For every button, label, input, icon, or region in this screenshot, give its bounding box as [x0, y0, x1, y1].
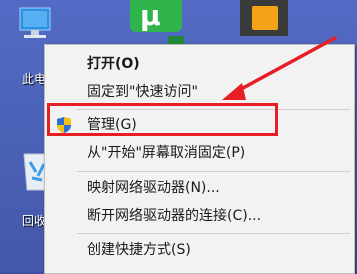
context-menu: 打开(O) 固定到"快速访问" 管理(G) 从"开始"屏幕取消固定(P) 映射网… — [44, 44, 355, 274]
highlight-box — [47, 103, 278, 136]
menu-item-disconnect-network-drive[interactable]: 断开网络驱动器的连接(C)... — [45, 203, 354, 229]
menu-item-open[interactable]: 打开(O) — [45, 51, 354, 77]
menu-separator — [77, 171, 350, 172]
menu-item-unpin-start-label: 从"开始"屏幕取消固定(P) — [87, 145, 246, 161]
menu-item-unpin-start[interactable]: 从"开始"屏幕取消固定(P) — [45, 140, 354, 166]
recycle-bin-label: 回收 — [22, 214, 47, 228]
menu-item-disconnect-network-drive-label: 断开网络驱动器的连接(C)... — [87, 208, 262, 224]
this-pc-label: 此电 — [22, 72, 47, 86]
menu-item-create-shortcut-label: 创建快捷方式(S) — [87, 242, 191, 258]
sublime-logo-icon — [252, 6, 278, 30]
menu-item-map-network-drive-label: 映射网络驱动器(N)... — [87, 180, 220, 196]
utorrent-glyph: µ — [140, 0, 161, 32]
this-pc-icon[interactable] — [14, 6, 56, 40]
menu-item-map-network-drive[interactable]: 映射网络驱动器(N)... — [45, 175, 354, 201]
menu-item-pin-quick-access[interactable]: 固定到"快速访问" — [45, 79, 354, 105]
menu-item-open-label: 打开(O) — [87, 56, 140, 72]
menu-item-create-shortcut[interactable]: 创建快捷方式(S) — [45, 237, 354, 263]
menu-separator — [77, 233, 350, 234]
menu-item-pin-quick-access-label: 固定到"快速访问" — [87, 84, 198, 100]
